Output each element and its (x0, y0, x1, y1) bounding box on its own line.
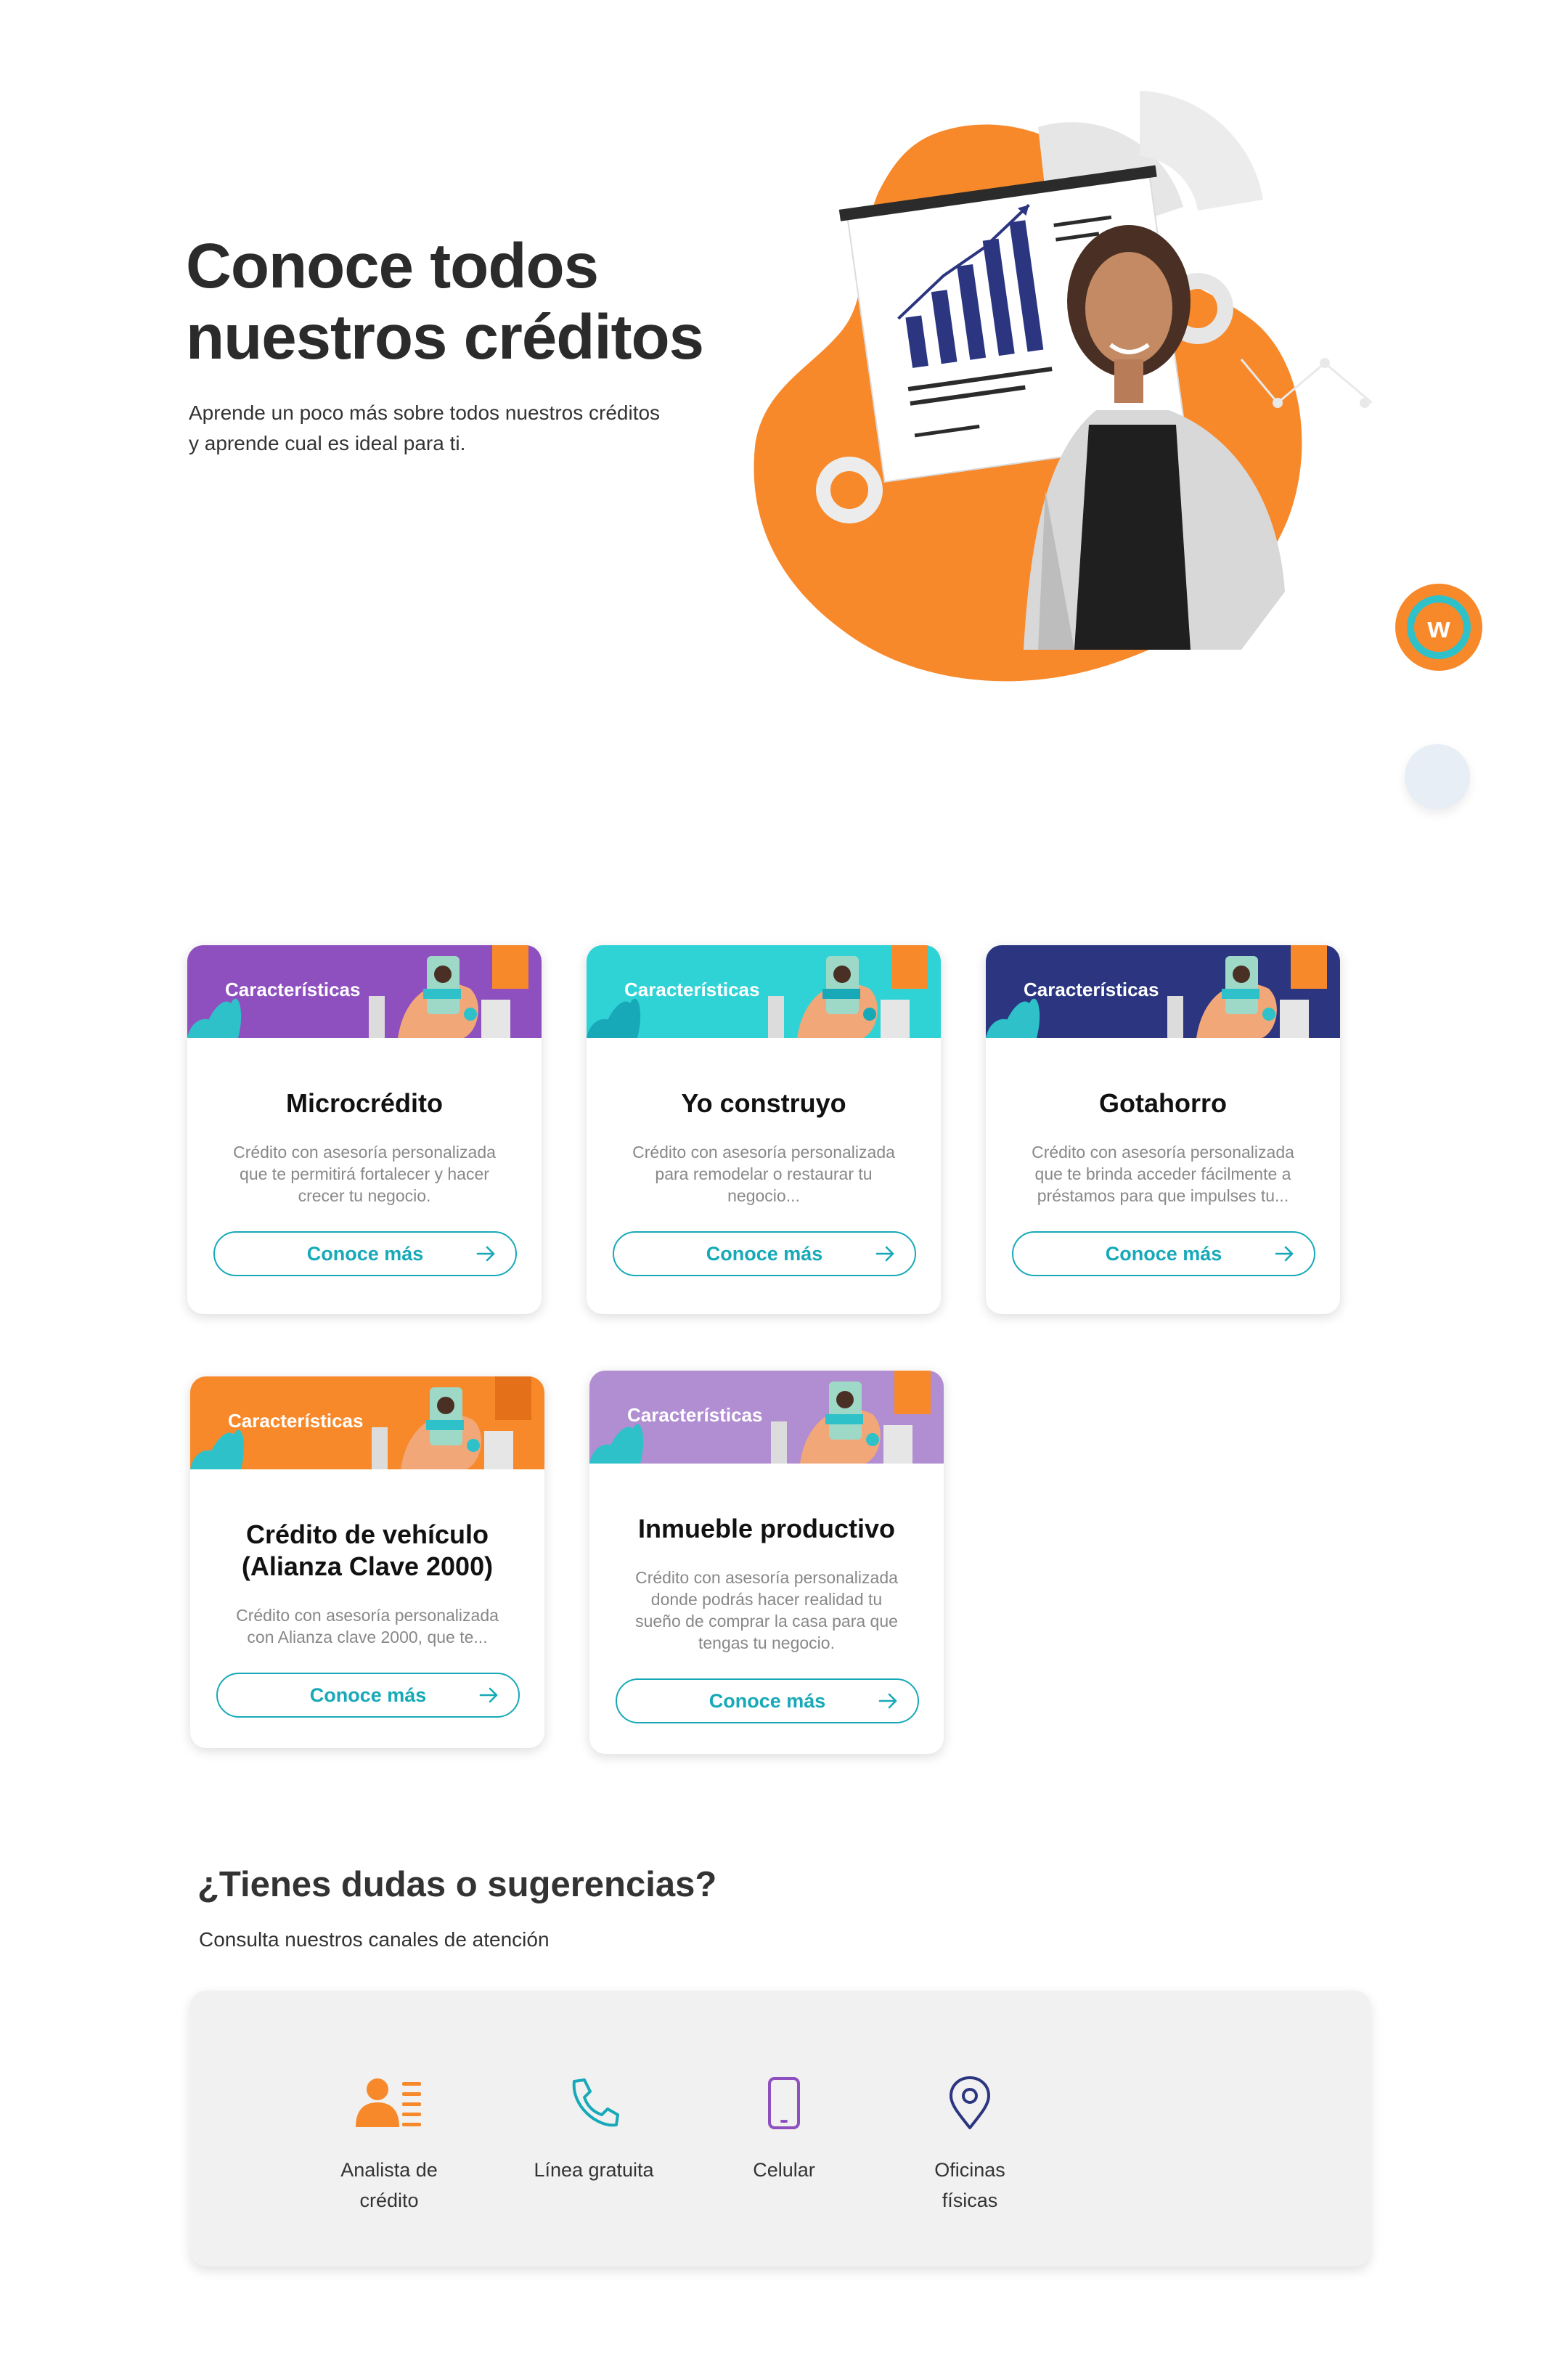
conoce-mas-label: Conoce más (709, 1689, 826, 1712)
page-subtitle-line1: Aprende un poco más sobre todos nuestros… (189, 401, 661, 424)
arrow-right-icon (875, 1246, 894, 1262)
card-title-line: Inmueble productivo (637, 1514, 896, 1543)
card-desc-line: Crédito con asesoría personalizada (635, 1568, 898, 1587)
card-description: Crédito con asesoría personalizada para … (613, 1141, 915, 1207)
channel-label: Línea gratuita (507, 2155, 681, 2185)
card-description: Crédito con asesoría personalizada que t… (1012, 1141, 1314, 1207)
credit-card-vehiculo: Características Crédito de vehículo (Ali… (190, 1376, 544, 1748)
credit-card-gotahorro: Características Gotahorro Crédito con as… (986, 945, 1340, 1314)
mobile-phone-icon (768, 2077, 800, 2129)
hero-illustration (754, 91, 1372, 682)
support-title: ¿Tienes dudas o sugerencias? (197, 1865, 717, 1904)
credit-analyst-icon (356, 2078, 421, 2127)
page-subtitle-line2: y aprende cual es ideal para ti. (189, 432, 466, 454)
page-title-line1: Conoce todos (186, 231, 599, 301)
conoce-mas-label: Conoce más (306, 1242, 424, 1265)
card-desc-line: Crédito con asesoría personalizada (236, 1606, 499, 1625)
card-desc-line: para remodelar o restaurar tu (655, 1164, 873, 1183)
card-desc-line: sueño de comprar la casa para que (635, 1612, 898, 1631)
card-banner: Características (587, 945, 941, 1038)
card-title: Microcrédito (213, 1087, 515, 1119)
channel-label: Analista de crédito (302, 2155, 476, 2216)
card-banner-label: Características (1024, 979, 1159, 1000)
card-desc-line: que te brinda acceder fácilmente a (1034, 1164, 1291, 1183)
channel-toll-free-line[interactable]: Línea gratuita (507, 2070, 681, 2185)
conoce-mas-button[interactable]: Conoce más (616, 1678, 919, 1723)
scroll-top-button[interactable] (1405, 744, 1470, 809)
card-title-line: Crédito de vehículo (245, 1519, 489, 1549)
arrow-right-icon (878, 1693, 897, 1709)
card-description: Crédito con asesoría personalizada que t… (213, 1141, 515, 1207)
card-banner-label: Características (225, 979, 361, 1000)
card-description: Crédito con asesoría personalizada con A… (216, 1604, 518, 1648)
card-title-line: Microcrédito (285, 1088, 444, 1118)
card-description: Crédito con asesoría personalizada donde… (616, 1567, 918, 1654)
credit-card-microcredito: Características Microcrédito Crédito con… (187, 945, 542, 1314)
page-subtitle: Aprende un poco más sobre todos nuestros… (189, 398, 740, 459)
card-banner: Características (986, 945, 1340, 1038)
card-title: Gotahorro (1012, 1087, 1314, 1119)
conoce-mas-label: Conoce más (309, 1684, 427, 1706)
channel-label-line: Línea gratuita (534, 2159, 654, 2181)
conoce-mas-button[interactable]: Conoce más (216, 1673, 520, 1718)
card-banner: Características (187, 945, 542, 1038)
conoce-mas-button[interactable]: Conoce más (613, 1231, 916, 1276)
card-desc-line: donde podrás hacer realidad tu (650, 1590, 883, 1609)
channel-label-line: crédito (359, 2190, 419, 2211)
channel-label-line: Oficinas (934, 2159, 1005, 2181)
page-title: Conoce todos nuestros créditos (186, 231, 781, 373)
card-banner: Características (589, 1371, 944, 1464)
card-banner: Características (190, 1376, 544, 1469)
channel-credit-analyst[interactable]: Analista de crédito (302, 2070, 476, 2216)
arrow-right-icon (1275, 1246, 1294, 1262)
location-pin-icon (950, 2076, 990, 2129)
card-desc-line: Crédito con asesoría personalizada (632, 1143, 895, 1162)
card-title: Inmueble productivo (616, 1513, 918, 1545)
card-desc-line: Crédito con asesoría personalizada (233, 1143, 496, 1162)
card-desc-line: crecer tu negocio. (298, 1186, 431, 1205)
card-title-line: Gotahorro (1099, 1088, 1227, 1118)
channel-label: Celular (697, 2155, 871, 2185)
card-banner-label: Características (228, 1410, 364, 1432)
card-desc-line: préstamos para que impulses tu... (1037, 1186, 1289, 1205)
conoce-mas-button[interactable]: Conoce más (1012, 1231, 1315, 1276)
channel-physical-offices[interactable]: Oficinas físicas (883, 2070, 1057, 2216)
channel-label: Oficinas físicas (883, 2155, 1057, 2216)
chat-widget-button[interactable]: w (1388, 582, 1490, 672)
card-desc-line: Crédito con asesoría personalizada (1032, 1143, 1294, 1162)
channel-label-line: Celular (753, 2159, 815, 2181)
card-desc-line: con Alianza clave 2000, que te... (247, 1628, 488, 1646)
card-title-line: (Alianza Clave 2000) (241, 1551, 494, 1581)
svg-text:w: w (1426, 612, 1450, 644)
conoce-mas-button[interactable]: Conoce más (213, 1231, 517, 1276)
channel-mobile[interactable]: Celular (697, 2070, 871, 2185)
card-desc-line: negocio... (727, 1186, 800, 1205)
card-title-line: Yo construyo (681, 1088, 846, 1118)
support-channels-panel: Analista de crédito Línea gratuita Celul… (190, 1991, 1371, 2266)
conoce-mas-label: Conoce más (706, 1242, 823, 1265)
card-desc-line: tengas tu negocio. (698, 1633, 835, 1652)
page-title-line2: nuestros créditos (186, 302, 704, 372)
conoce-mas-label: Conoce más (1105, 1242, 1222, 1265)
phone-icon (572, 2078, 619, 2127)
credit-card-inmueble-productivo: Características Inmueble productivo Créd… (589, 1371, 944, 1754)
card-banner-label: Características (627, 1404, 763, 1426)
channel-label-line: Analista de (340, 2159, 438, 2181)
card-title: Crédito de vehículo (Alianza Clave 2000) (216, 1519, 518, 1583)
card-banner-label: Características (624, 979, 760, 1000)
support-subtitle: Consulta nuestros canales de atención (199, 1928, 550, 1951)
card-desc-line: que te permitirá fortalecer y hacer (240, 1164, 489, 1183)
card-title: Yo construyo (613, 1087, 915, 1119)
credit-card-yo-construyo: Características Yo construyo Crédito con… (587, 945, 941, 1314)
arrow-right-icon (476, 1246, 495, 1262)
arrow-right-icon (479, 1687, 498, 1703)
channel-label-line: físicas (942, 2190, 998, 2211)
